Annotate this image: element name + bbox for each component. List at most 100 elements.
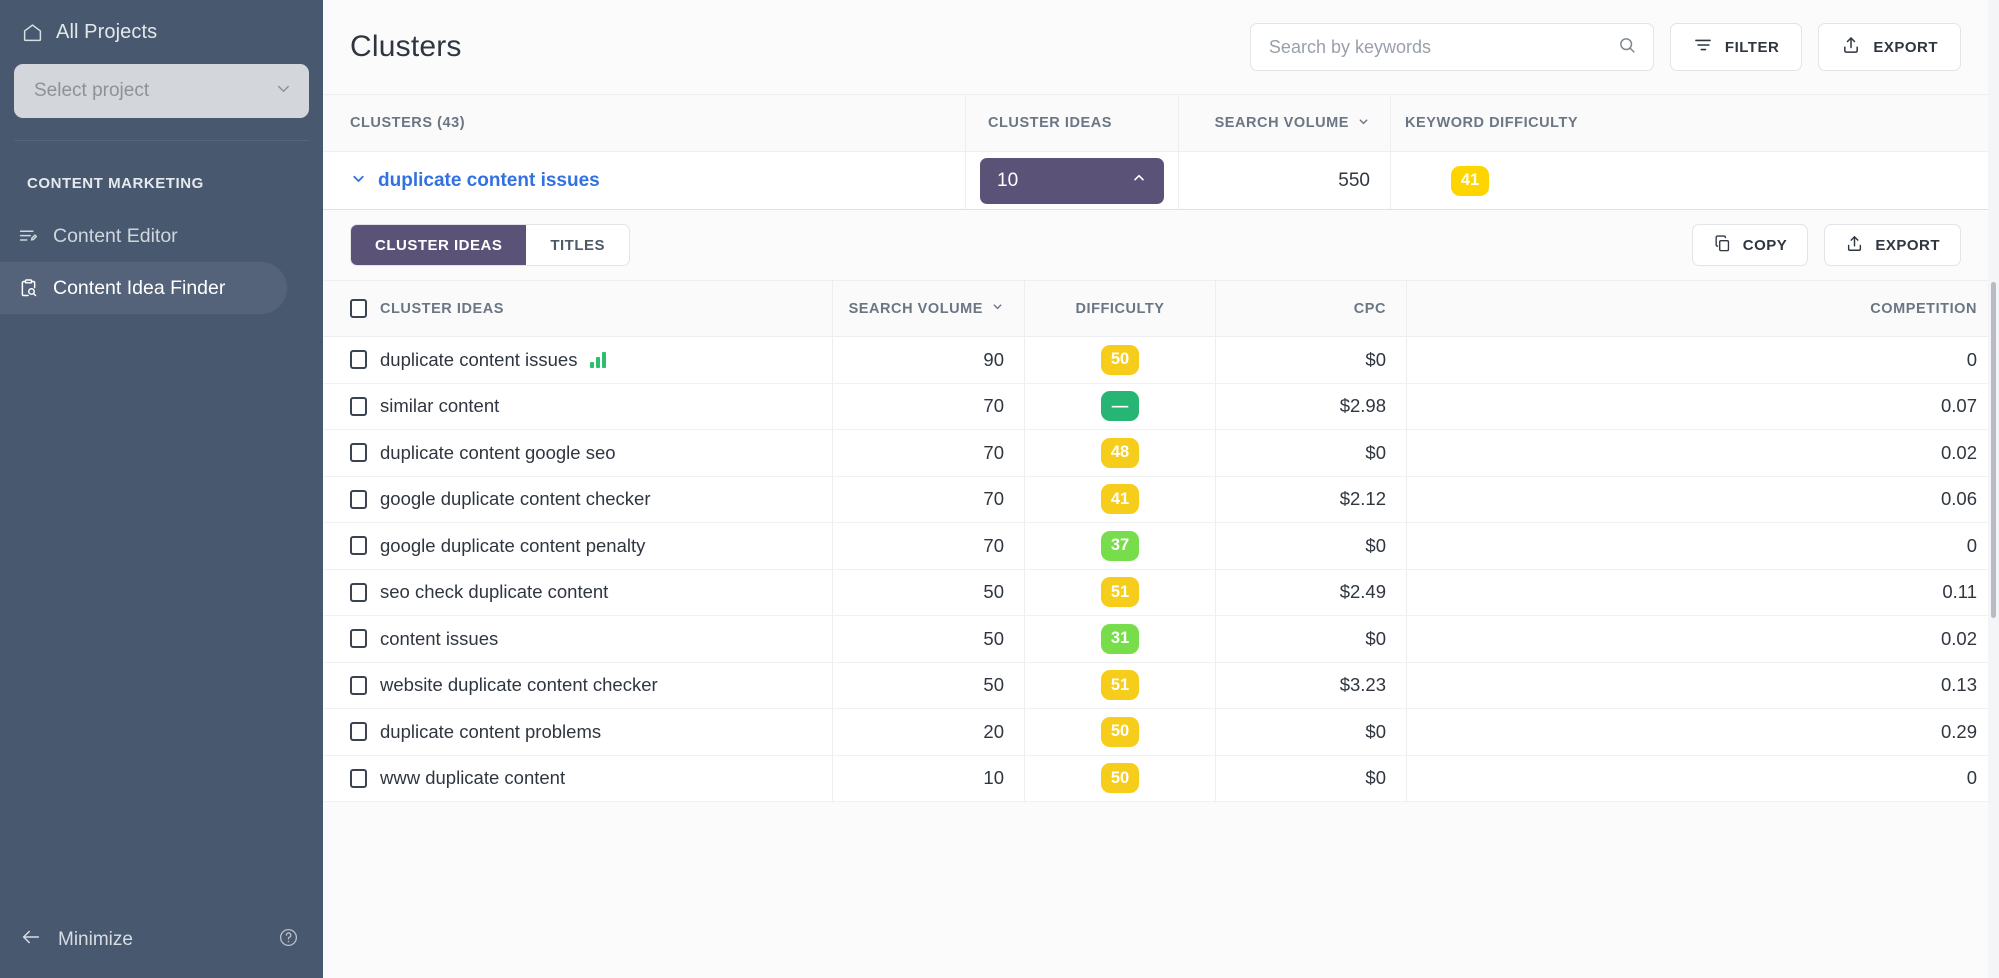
cluster-row-name-cell[interactable]: duplicate content issues xyxy=(323,152,966,209)
content-idea-finder-icon xyxy=(17,278,39,299)
row-checkbox[interactable] xyxy=(350,396,367,416)
row-keyword-cell[interactable]: website duplicate content checker xyxy=(323,662,833,708)
search-box[interactable] xyxy=(1249,23,1654,71)
page-scrollbar[interactable] xyxy=(1988,0,1999,978)
row-search-volume: 90 xyxy=(833,337,1025,383)
row-keyword-cell[interactable]: duplicate content google seo xyxy=(323,430,833,476)
export-button-table[interactable]: EXPORT xyxy=(1824,224,1961,266)
table-row[interactable]: duplicate content issues 90 50 $0 0 xyxy=(323,337,1999,384)
table-row[interactable]: seo check duplicate content 50 51 $2.49 0.11 xyxy=(323,569,1999,616)
row-competition: 0.07 xyxy=(1940,395,1977,417)
row-search-volume: 50 xyxy=(833,662,1025,708)
row-competition: 0 xyxy=(1966,348,1977,370)
row-checkbox[interactable] xyxy=(350,536,367,556)
col-header-competition[interactable]: COMPETITION xyxy=(1407,281,1999,336)
row-checkbox[interactable] xyxy=(350,722,367,742)
row-checkbox[interactable] xyxy=(350,443,367,463)
sidebar-item-label: Content Idea Finder xyxy=(53,276,226,299)
copy-icon xyxy=(1713,234,1732,257)
table-row[interactable]: website duplicate content checker 50 51 $3.… xyxy=(323,662,1999,709)
export-button-top[interactable]: EXPORT xyxy=(1818,23,1961,71)
view-tabs: CLUSTER IDEAS TITLES xyxy=(350,224,631,266)
row-difficulty-cell: 51 xyxy=(1025,662,1216,708)
row-checkbox[interactable] xyxy=(350,675,367,695)
table-row[interactable]: duplicate content problems 20 50 $0 0.29 xyxy=(323,709,1999,756)
row-difficulty-cell: 50 xyxy=(1025,337,1216,383)
filter-button[interactable]: FILTER xyxy=(1669,23,1803,71)
sidebar-all-projects[interactable]: All Projects xyxy=(14,0,309,64)
difficulty-badge: 48 xyxy=(1101,437,1139,468)
col-header-difficulty[interactable]: DIFFICULTY xyxy=(1025,281,1216,336)
help-circle-icon[interactable] xyxy=(278,927,299,954)
col-clusters[interactable]: CLUSTERS (43) xyxy=(323,95,966,151)
row-keyword-cell[interactable]: duplicate content problems xyxy=(323,709,833,755)
row-keyword-cell[interactable]: seo check duplicate content xyxy=(323,569,833,615)
row-keyword: seo check duplicate content xyxy=(380,581,609,603)
sidebar-nav: Content Editor Content Idea Finder xyxy=(0,210,323,314)
col-cluster-ideas-label: CLUSTER IDEAS xyxy=(988,115,1112,131)
cluster-ideas-toggle[interactable]: 10 xyxy=(980,157,1164,204)
trend-chart-icon[interactable] xyxy=(590,351,607,369)
search-input[interactable] xyxy=(1268,36,1617,58)
select-all-checkbox[interactable] xyxy=(350,299,367,318)
row-checkbox[interactable] xyxy=(350,629,367,649)
row-keyword: duplicate content problems xyxy=(380,720,602,742)
sub-toolbar: CLUSTER IDEAS TITLES COPY EXPORT xyxy=(323,210,1999,280)
row-keyword: google duplicate content penalty xyxy=(380,534,646,556)
row-checkbox[interactable] xyxy=(350,350,367,370)
page-scrollbar-thumb[interactable] xyxy=(1991,282,1996,618)
cluster-keyword[interactable]: duplicate content issues xyxy=(378,170,600,192)
table-row[interactable]: www duplicate content 10 50 $0 0 xyxy=(323,755,1999,802)
sidebar-item-content-idea-finder[interactable]: Content Idea Finder xyxy=(0,262,287,314)
row-keyword-cell[interactable]: google duplicate content checker xyxy=(323,476,833,522)
row-keyword-cell[interactable]: www duplicate content xyxy=(323,755,833,801)
row-cpc: $2.98 xyxy=(1216,383,1407,429)
row-checkbox[interactable] xyxy=(350,768,367,788)
row-keyword-cell[interactable]: similar content xyxy=(323,383,833,429)
col-cluster-ideas[interactable]: CLUSTER IDEAS xyxy=(966,95,1179,151)
row-competition: 0.02 xyxy=(1940,441,1977,463)
chevron-up-icon xyxy=(1131,170,1147,192)
table-row[interactable]: google duplicate content penalty 70 37 $0 0 xyxy=(323,523,1999,570)
table-row[interactable]: duplicate content google seo 70 48 $0 0.02 xyxy=(323,430,1999,477)
sidebar-item-content-editor[interactable]: Content Editor xyxy=(0,210,287,262)
row-cpc: $0 xyxy=(1216,709,1407,755)
minimize-label[interactable]: Minimize xyxy=(58,929,133,951)
row-keyword-cell[interactable]: duplicate content issues xyxy=(323,337,833,383)
col-search-volume[interactable]: SEARCH VOLUME xyxy=(1179,95,1391,151)
row-keyword: similar content xyxy=(380,395,500,417)
home-icon xyxy=(22,22,43,43)
arrow-left-icon[interactable] xyxy=(20,926,42,954)
content-editor-icon xyxy=(17,226,39,247)
col-header-cluster-ideas[interactable]: CLUSTER IDEAS xyxy=(323,281,833,336)
project-select[interactable]: Select project xyxy=(14,64,309,118)
row-checkbox[interactable] xyxy=(350,489,367,509)
table-row[interactable]: content issues 50 31 $0 0.02 xyxy=(323,616,1999,663)
col-header-cpc[interactable]: CPC xyxy=(1216,281,1407,336)
col-keyword-difficulty[interactable]: KEYWORD DIFFICULTY xyxy=(1391,95,1999,151)
row-search-volume: 20 xyxy=(833,709,1025,755)
sidebar-item-label: Content Editor xyxy=(53,224,178,247)
row-search-volume: 50 xyxy=(833,616,1025,662)
row-difficulty-cell: 50 xyxy=(1025,755,1216,801)
tab-titles[interactable]: TITLES xyxy=(526,225,630,265)
row-competition: 0.13 xyxy=(1940,674,1977,696)
cluster-ideas-cell: 10 xyxy=(966,152,1179,209)
copy-button[interactable]: COPY xyxy=(1691,224,1809,266)
chevron-down-icon[interactable] xyxy=(350,170,367,192)
row-keyword-cell[interactable]: google duplicate content penalty xyxy=(323,523,833,569)
upload-icon xyxy=(1841,35,1861,59)
row-keyword-cell[interactable]: content issues xyxy=(323,616,833,662)
col-header-search-volume[interactable]: SEARCH VOLUME xyxy=(833,281,1025,336)
table-row[interactable]: similar content 70 — $2.98 0.07 xyxy=(323,383,1999,430)
row-competition: 0.29 xyxy=(1940,720,1977,742)
row-checkbox[interactable] xyxy=(350,582,367,602)
row-difficulty-cell: 41 xyxy=(1025,476,1216,522)
cluster-search-volume: 550 xyxy=(1179,152,1391,209)
row-search-volume: 10 xyxy=(833,755,1025,801)
difficulty-badge: 37 xyxy=(1101,530,1139,561)
difficulty-badge: 51 xyxy=(1101,670,1139,701)
table-row[interactable]: google duplicate content checker 70 41 $2.1… xyxy=(323,476,1999,523)
tab-cluster-ideas[interactable]: CLUSTER IDEAS xyxy=(351,225,527,265)
cluster-row-expanded[interactable]: duplicate content issues 10 550 41 xyxy=(323,152,1999,210)
